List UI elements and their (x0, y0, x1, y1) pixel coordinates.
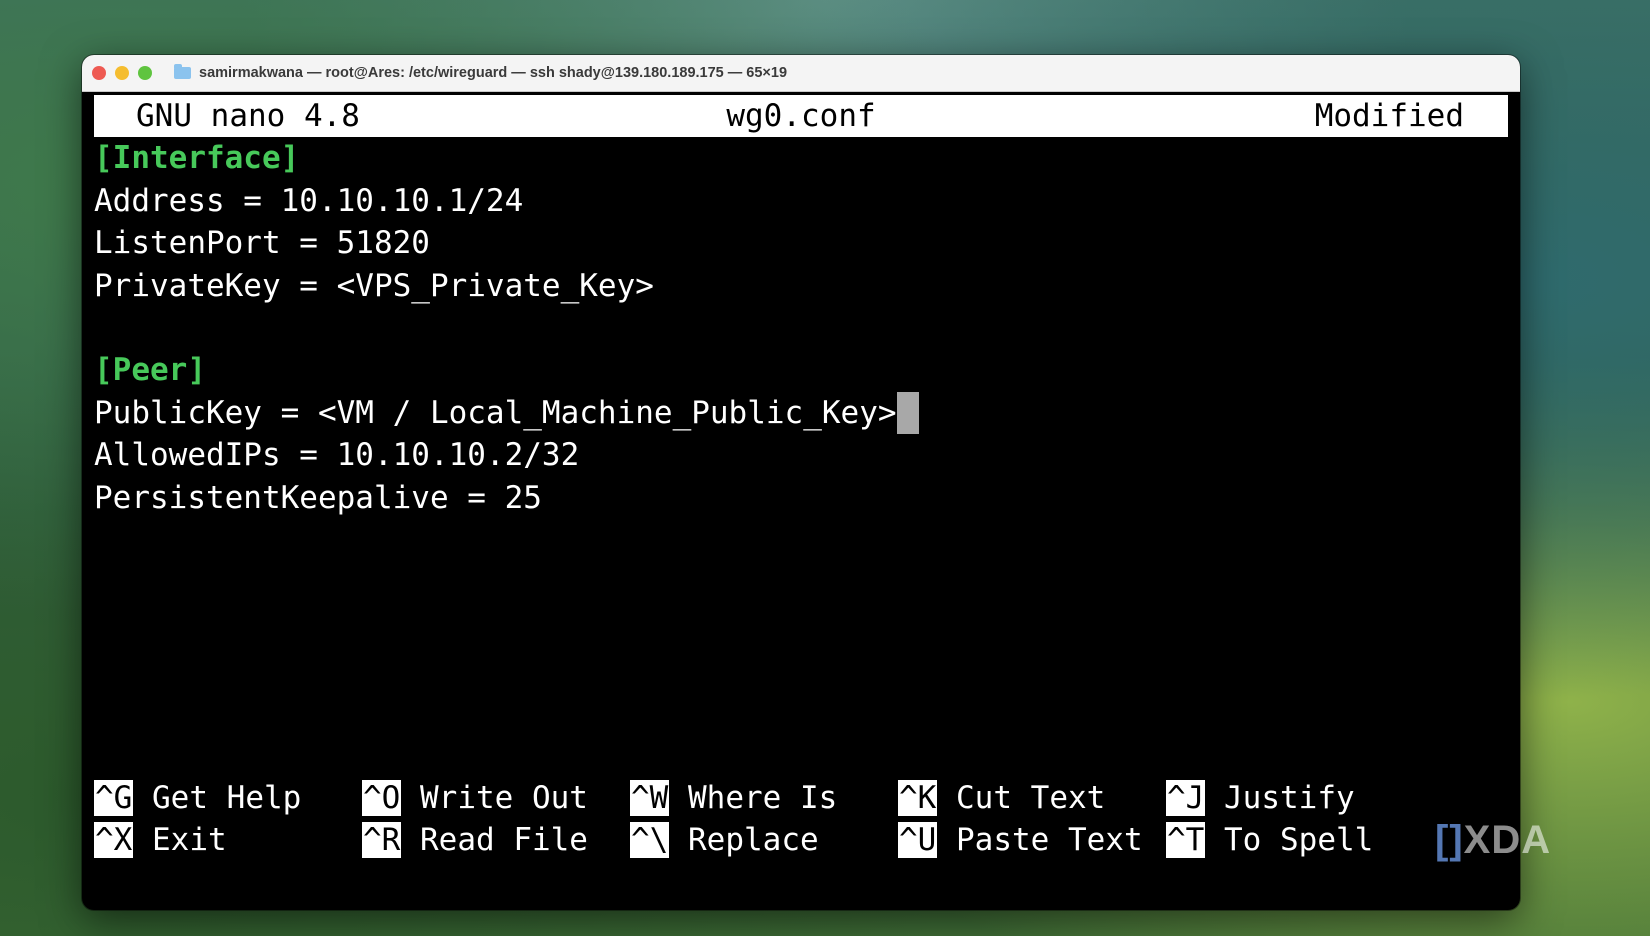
editor-line-peer-header[interactable]: [Peer] (94, 349, 1508, 391)
terminal-content[interactable]: GNU nano 4.8 wg0.conf Modified [Interfac… (94, 95, 1508, 910)
watermark-text: XDA (1463, 818, 1552, 862)
watermark-bracket: [] (1435, 818, 1464, 862)
terminal-window: samirmakwana — root@Ares: /etc/wireguard… (82, 55, 1520, 910)
file-name: wg0.conf (726, 98, 876, 134)
shortcut-label: Where Is (688, 780, 838, 816)
editor-line-listenport[interactable]: ListenPort = 51820 (94, 222, 1508, 264)
shortcut-write-out[interactable]: ^O Write Out (362, 777, 588, 819)
shortcut-key: ^R (362, 822, 402, 859)
shortcut-get-help[interactable]: ^G Get Help (94, 777, 301, 819)
shortcut-key: ^J (1166, 780, 1206, 816)
shortcut-key: ^\ (630, 822, 670, 859)
shortcut-label: Cut Text (956, 780, 1106, 816)
shortcut-to-spell[interactable]: ^T To Spell (1166, 819, 1373, 861)
editor-line-publickey[interactable]: PublicKey = <VM / Local_Machine_Public_K… (94, 391, 1508, 434)
shortcut-justify[interactable]: ^J Justify (1166, 777, 1355, 819)
shortcut-key: ^X (94, 822, 134, 859)
editor-line-privatekey[interactable]: PrivateKey = <VPS_Private_Key> (94, 265, 1508, 307)
shortcut-key: ^U (898, 822, 938, 859)
editor-line-allowedips[interactable]: AllowedIPs = 10.10.10.2/32 (94, 434, 1508, 476)
editor-line-interface-header[interactable]: [Interface] (94, 137, 1508, 179)
shortcut-key: ^G (94, 780, 134, 816)
zoom-button[interactable] (138, 66, 152, 80)
shortcut-label: Get Help (152, 780, 302, 816)
shortcut-label: Write Out (420, 780, 588, 816)
shortcut-label: Read File (420, 822, 588, 859)
shortcut-paste-text[interactable]: ^U Paste Text (898, 819, 1143, 861)
folder-icon (174, 64, 191, 79)
shortcut-key: ^T (1166, 822, 1206, 859)
shortcut-key: ^O (362, 780, 402, 816)
shortcut-row-2: ^X Exit ^R Read File ^\ Replace ^U Paste… (94, 819, 1508, 861)
shortcut-key: ^W (630, 780, 670, 816)
shortcut-exit[interactable]: ^X Exit (94, 819, 227, 861)
shortcut-label: Justify (1224, 780, 1355, 816)
editor-line-blank[interactable] (94, 307, 1508, 349)
shortcut-bar: ^G Get Help ^O Write Out ^W Where Is ^K … (94, 777, 1508, 862)
shortcut-cut-text[interactable]: ^K Cut Text (898, 777, 1105, 819)
shortcut-label: Replace (688, 822, 819, 859)
close-button[interactable] (92, 66, 106, 80)
shortcut-label: Paste Text (956, 822, 1143, 859)
shortcut-row-1: ^G Get Help ^O Write Out ^W Where Is ^K … (94, 777, 1508, 819)
shortcut-read-file[interactable]: ^R Read File (362, 819, 588, 861)
shortcut-key: ^K (898, 780, 938, 816)
title-bar[interactable]: samirmakwana — root@Ares: /etc/wireguard… (82, 55, 1520, 92)
shortcut-label: Exit (152, 822, 227, 859)
publickey-text: PublicKey = <VM / Local_Machine_Public_K… (94, 394, 897, 431)
traffic-lights (92, 66, 152, 80)
window-title: samirmakwana — root@Ares: /etc/wireguard… (199, 65, 788, 81)
shortcut-replace[interactable]: ^\ Replace (630, 819, 819, 861)
nano-header-bar: GNU nano 4.8 wg0.conf Modified (94, 95, 1508, 138)
text-cursor (896, 391, 919, 434)
modified-status: Modified (1314, 98, 1464, 134)
shortcut-where-is[interactable]: ^W Where Is (630, 777, 837, 819)
minimize-button[interactable] (115, 66, 129, 80)
xda-watermark-logo: []XDA (1435, 818, 1551, 863)
shortcut-label: To Spell (1224, 822, 1374, 859)
editor-line-address[interactable]: Address = 10.10.10.1/24 (94, 180, 1508, 222)
editor-line-keepalive[interactable]: PersistentKeepalive = 25 (94, 477, 1508, 519)
